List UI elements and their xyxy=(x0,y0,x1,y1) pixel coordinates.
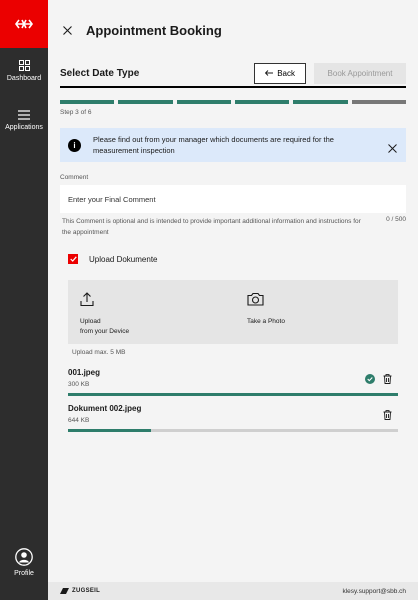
sidebar-item-dashboard[interactable]: Dashboard xyxy=(0,60,48,82)
progress-segment xyxy=(293,100,348,104)
sidebar-item-label: Profile xyxy=(14,570,34,577)
file-name: Dokument 002.jpeg xyxy=(68,404,142,413)
check-icon xyxy=(69,256,77,262)
menu-icon xyxy=(18,110,30,120)
upload-checkbox-row[interactable]: Upload Dokumente xyxy=(68,254,157,264)
upload-progress-bar xyxy=(68,429,398,432)
upload-icon xyxy=(80,292,94,307)
top-bar: Appointment Booking xyxy=(48,0,418,60)
info-text: Please find out from your manager which … xyxy=(93,135,334,155)
book-appointment-button[interactable]: Book Appointment xyxy=(314,62,406,84)
upload-max-text: Upload max. 5 MB xyxy=(72,349,126,356)
sidebar: Dashboard Applications Profile xyxy=(0,0,48,600)
sidebar-item-profile[interactable]: Profile xyxy=(0,548,48,577)
sidebar-item-label: Applications xyxy=(5,124,43,131)
checkbox[interactable] xyxy=(68,254,78,264)
checkbox-label: Upload Dokumente xyxy=(89,254,158,264)
upload-progress-bar xyxy=(68,393,398,396)
trash-icon[interactable] xyxy=(383,374,392,384)
step-count: Step 3 of 6 xyxy=(60,109,92,116)
upload-area: Upload from your Device Take a Photo xyxy=(68,280,398,344)
comment-label: Comment xyxy=(60,174,89,181)
back-button[interactable]: Back xyxy=(254,62,306,84)
close-icon[interactable] xyxy=(60,23,74,37)
upload-label-line2: from your Device xyxy=(80,328,130,335)
take-photo-label: Take a Photo xyxy=(247,318,285,325)
trash-icon[interactable] xyxy=(383,410,392,420)
comment-input[interactable] xyxy=(60,185,406,213)
check-circle-icon xyxy=(365,374,375,384)
file-size: 300 KB xyxy=(68,381,90,388)
step-title: Select Date Type xyxy=(60,67,140,79)
comment-help-text: This Comment is optional and is intended… xyxy=(62,218,361,236)
sidebar-item-label: Dashboard xyxy=(6,75,42,82)
comment-counter: 0 / 500 xyxy=(386,216,406,223)
file-item: 001.jpeg 300 KB xyxy=(68,368,398,396)
step-header: Select Date Type Back Book Appointment xyxy=(60,60,406,88)
progress-segment xyxy=(351,100,406,104)
camera-icon xyxy=(247,292,264,306)
user-icon xyxy=(15,548,33,566)
progress-segment xyxy=(60,100,115,104)
file-size: 644 KB xyxy=(68,417,90,424)
close-icon[interactable] xyxy=(388,140,398,153)
file-item: Dokument 002.jpeg 644 KB xyxy=(68,404,398,432)
info-banner: i Please find out from your manager whic… xyxy=(60,128,406,162)
take-photo-button[interactable]: Take a Photo xyxy=(247,292,285,327)
progress-segment xyxy=(176,100,231,104)
footer-brand: ZUGSEIL xyxy=(60,588,100,594)
sbb-logo-icon[interactable] xyxy=(0,0,48,48)
grid-icon xyxy=(18,60,30,71)
page-title: Appointment Booking xyxy=(86,22,222,38)
upload-progress-fill xyxy=(68,393,398,396)
file-name: 001.jpeg xyxy=(68,368,101,377)
arrow-left-icon xyxy=(265,70,274,76)
upload-from-device-button[interactable]: Upload from your Device xyxy=(80,292,129,337)
progress-segment xyxy=(234,100,290,104)
progress-segment xyxy=(118,100,173,104)
back-button-label: Back xyxy=(277,68,295,78)
upload-progress-fill xyxy=(68,429,151,432)
main-content: Appointment Booking Select Date Type Bac… xyxy=(48,0,418,600)
brand-logo-icon xyxy=(60,588,69,594)
support-email[interactable]: klesy.support@sbb.ch xyxy=(342,588,406,595)
info-icon: i xyxy=(68,138,81,152)
step-progress xyxy=(60,100,406,104)
brand-name: ZUGSEIL xyxy=(72,588,101,594)
sidebar-item-applications[interactable]: Applications xyxy=(0,110,48,131)
upload-label-line1: Upload xyxy=(80,318,101,325)
footer: ZUGSEIL klesy.support@sbb.ch xyxy=(48,582,418,600)
